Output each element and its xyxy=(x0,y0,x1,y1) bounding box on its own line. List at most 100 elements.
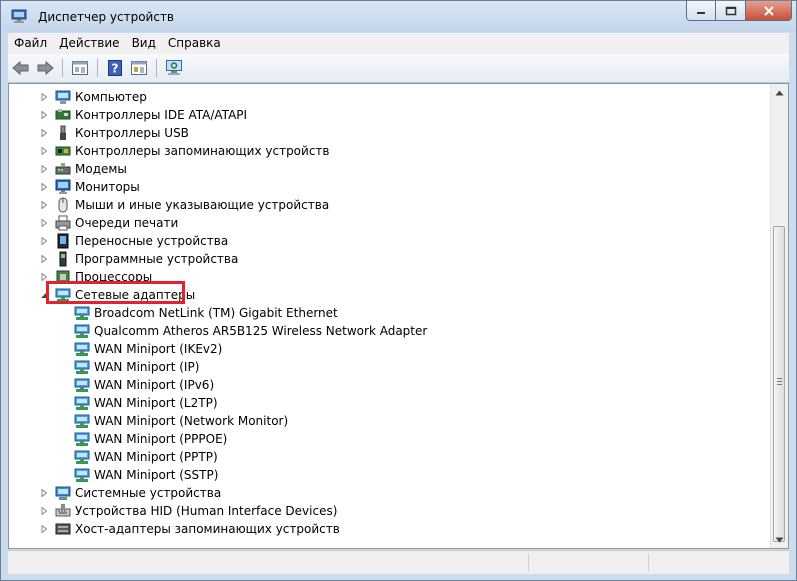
network-adapter-icon xyxy=(74,342,90,356)
status-bar xyxy=(8,550,789,574)
hid-icon xyxy=(55,504,71,517)
properties-button[interactable] xyxy=(69,57,91,79)
device-category-row[interactable]: Устройства HID (Human Interface Devices) xyxy=(9,502,769,520)
device-label: Qualcomm Atheros AR5B125 Wireless Networ… xyxy=(94,324,428,338)
collapsed-arrow-icon[interactable] xyxy=(39,128,49,138)
device-category-row[interactable]: Мониторы xyxy=(9,178,769,196)
device-category-row[interactable]: Очереди печати xyxy=(9,214,769,232)
collapsed-arrow-icon[interactable] xyxy=(39,92,49,102)
storage-host-icon xyxy=(55,523,71,535)
network-adapter-item[interactable]: WAN Miniport (L2TP) xyxy=(9,394,769,412)
menu-view[interactable]: Вид xyxy=(126,33,162,54)
network-adapter-icon xyxy=(74,306,90,320)
device-category-row[interactable]: Системные устройства xyxy=(9,484,769,502)
properties-icon xyxy=(72,61,88,75)
collapsed-arrow-icon[interactable] xyxy=(39,488,49,498)
collapsed-arrow-icon[interactable] xyxy=(39,182,49,192)
category-label: Компьютер xyxy=(75,90,147,104)
menu-file[interactable]: Файл xyxy=(8,33,53,54)
scroll-thumb[interactable] xyxy=(773,226,785,542)
collapsed-arrow-icon[interactable] xyxy=(39,200,49,210)
selection-highlight-box xyxy=(46,281,185,304)
device-category-row[interactable]: Контроллеры USB xyxy=(9,124,769,142)
network-adapter-item[interactable]: WAN Miniport (PPPOE) xyxy=(9,430,769,448)
menu-help[interactable]: Справка xyxy=(162,33,227,54)
network-adapter-item[interactable]: WAN Miniport (IKEv2) xyxy=(9,340,769,358)
status-separator xyxy=(528,554,529,571)
scroll-up-button[interactable] xyxy=(771,84,788,101)
menu-bar: Файл Действие Вид Справка xyxy=(8,33,789,54)
collapsed-arrow-icon[interactable] xyxy=(39,218,49,228)
maximize-button[interactable] xyxy=(716,1,746,21)
grip-line xyxy=(777,378,782,379)
scroll-down-icon xyxy=(775,537,784,542)
close-button[interactable] xyxy=(746,1,792,21)
network-adapter-item[interactable]: WAN Miniport (SSTP) xyxy=(9,466,769,484)
svg-text:?: ? xyxy=(112,62,119,76)
maximize-icon xyxy=(725,6,736,15)
window-controls xyxy=(686,1,792,22)
menu-action[interactable]: Действие xyxy=(53,33,125,54)
back-button[interactable] xyxy=(10,57,32,79)
device-category-row[interactable]: Контроллеры запоминающих устройств xyxy=(9,142,769,160)
title-bar[interactable]: Диспетчер устройств xyxy=(1,1,796,32)
category-label: Программные устройства xyxy=(75,252,239,266)
forward-button[interactable] xyxy=(34,57,56,79)
network-adapter-icon xyxy=(74,378,90,392)
minimize-icon xyxy=(697,11,705,14)
device-category-row[interactable]: Мыши и иные указывающие устройства xyxy=(9,196,769,214)
network-adapter-icon xyxy=(74,468,90,482)
device-category-row[interactable]: Переносные устройства xyxy=(9,232,769,250)
collapsed-arrow-icon[interactable] xyxy=(39,110,49,120)
device-tree[interactable]: Компьютер Контроллеры IDE ATA/ATAPI Контро… xyxy=(8,83,789,549)
update-driver-button[interactable] xyxy=(128,57,150,79)
category-label: Мыши и иные указывающие устройства xyxy=(75,198,330,212)
status-separator xyxy=(648,554,649,571)
collapsed-arrow-icon[interactable] xyxy=(39,524,49,534)
network-adapter-item[interactable]: Qualcomm Atheros AR5B125 Wireless Networ… xyxy=(9,322,769,340)
device-category-row[interactable]: Компьютер xyxy=(9,88,769,106)
forward-icon xyxy=(37,60,54,76)
network-adapter-item[interactable]: WAN Miniport (IPv6) xyxy=(9,376,769,394)
network-adapter-item[interactable]: WAN Miniport (PPTP) xyxy=(9,448,769,466)
network-adapter-item[interactable]: Broadcom NetLink (TM) Gigabit Ethernet xyxy=(9,304,769,322)
device-label: WAN Miniport (IPv6) xyxy=(94,378,215,392)
toolbar: ? xyxy=(8,54,789,83)
device-label: WAN Miniport (SSTP) xyxy=(94,468,219,482)
close-icon xyxy=(763,5,774,16)
collapsed-arrow-icon[interactable] xyxy=(39,236,49,246)
monitor-icon xyxy=(55,179,71,194)
category-label: Очереди печати xyxy=(75,216,179,230)
network-adapter-item[interactable]: WAN Miniport (IP) xyxy=(9,358,769,376)
category-label: Устройства HID (Human Interface Devices) xyxy=(75,504,338,518)
usb-icon xyxy=(60,125,66,140)
collapsed-arrow-icon[interactable] xyxy=(39,146,49,156)
device-category-row[interactable]: Программные устройства xyxy=(9,250,769,268)
scan-hardware-button[interactable] xyxy=(163,57,185,79)
grip-line xyxy=(777,384,782,385)
device-label: WAN Miniport (IKEv2) xyxy=(94,342,223,356)
scroll-down-button[interactable] xyxy=(771,531,788,548)
system-device-icon xyxy=(55,486,71,500)
category-label: Системные устройства xyxy=(75,486,222,500)
device-category-row[interactable]: Контроллеры IDE ATA/ATAPI xyxy=(9,106,769,124)
help-button[interactable]: ? xyxy=(104,57,126,79)
collapsed-arrow-icon[interactable] xyxy=(39,164,49,174)
device-category-row[interactable]: Хост-адаптеры запоминающих устройств xyxy=(9,520,769,538)
update-icon xyxy=(131,61,147,75)
network-adapter-item[interactable]: WAN Miniport (Network Monitor) xyxy=(9,412,769,430)
grip-line xyxy=(777,381,782,382)
minimize-button[interactable] xyxy=(686,1,716,21)
collapsed-arrow-icon[interactable] xyxy=(39,254,49,264)
category-label: Модемы xyxy=(75,162,127,176)
ide-icon xyxy=(55,109,71,120)
category-label: Мониторы xyxy=(75,180,140,194)
collapsed-arrow-icon[interactable] xyxy=(39,506,49,516)
category-label: Контроллеры IDE ATA/ATAPI xyxy=(75,108,248,122)
category-label: Контроллеры запоминающих устройств xyxy=(75,144,330,158)
device-manager-window: Диспетчер устройств Файл Действие Вид Сп… xyxy=(0,0,797,581)
device-category-row[interactable]: Модемы xyxy=(9,160,769,178)
device-manager-icon xyxy=(11,9,27,23)
vertical-scrollbar[interactable] xyxy=(770,84,788,548)
network-adapter-icon xyxy=(74,360,90,374)
